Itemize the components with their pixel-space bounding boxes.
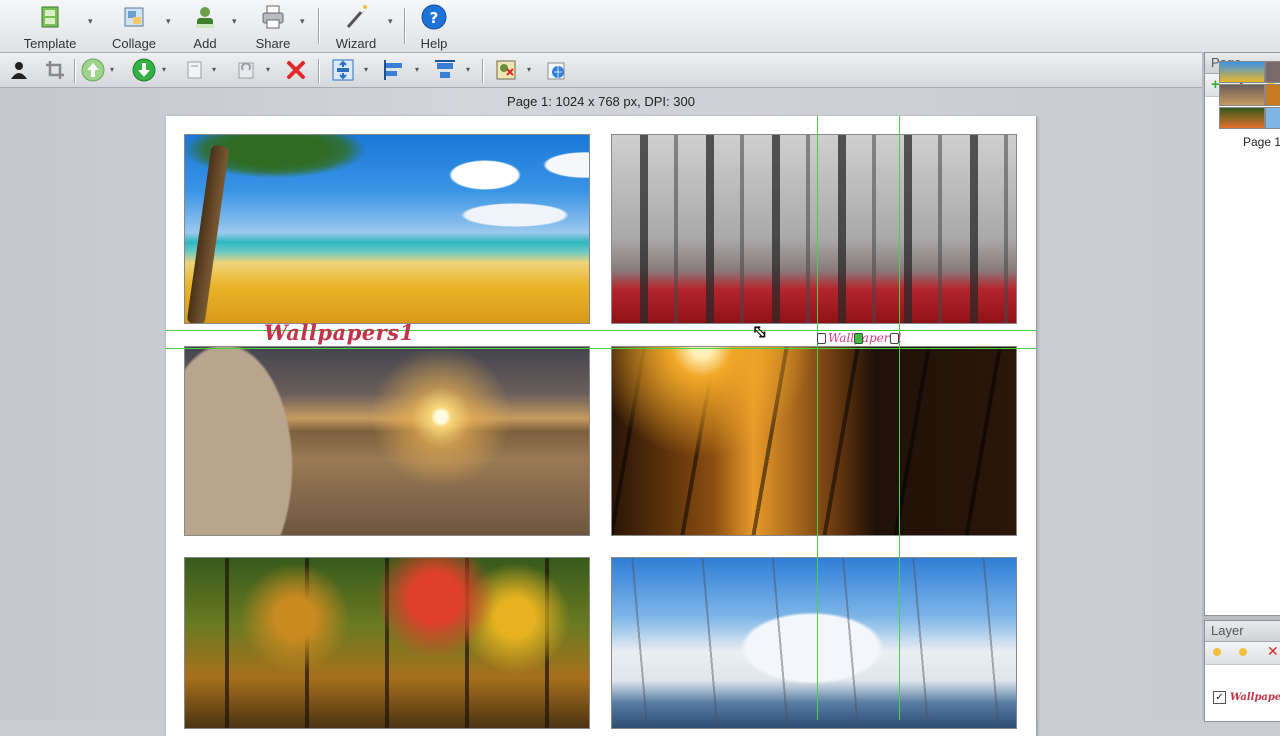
wizard-label: Wizard	[335, 36, 377, 51]
align-top-icon	[435, 60, 455, 78]
toolbar-separator	[318, 59, 319, 83]
delete-icon	[287, 61, 305, 79]
paste-button[interactable]	[233, 57, 259, 83]
photo-winter-river[interactable]	[611, 557, 1017, 729]
wizard-button[interactable]: Wizard	[334, 0, 378, 52]
collage-label: Collage	[111, 36, 157, 51]
move-up-button[interactable]	[80, 57, 106, 83]
layer-panel-toolbar: ✕	[1205, 642, 1280, 665]
caption-text[interactable]: Wallpapers1	[264, 320, 415, 345]
thumb-cell	[1219, 61, 1265, 83]
wizard-dropdown-arrow[interactable]: ▾	[388, 16, 393, 27]
person-silhouette-button[interactable]	[6, 57, 32, 83]
align-top-dropdown-arrow[interactable]: ▾	[466, 65, 470, 74]
thumb-cell	[1219, 84, 1265, 106]
page-info-text: Page 1: 1024 x 768 px, DPI: 300	[507, 94, 695, 109]
delete-button[interactable]	[283, 57, 309, 83]
resize-handle[interactable]	[817, 333, 826, 344]
image-properties-dropdown-arrow[interactable]: ▾	[527, 65, 531, 74]
resize-handle[interactable]	[890, 333, 899, 344]
delete-layer-icon[interactable]: ✕	[1267, 643, 1279, 660]
ribbon: Template ▾ Collage ▾ Add ▾ Share ▾ Wizar…	[0, 0, 1280, 53]
layer-visibility-checkbox[interactable]: ✓	[1213, 691, 1226, 704]
crop-button[interactable]	[42, 57, 68, 83]
move-down-icon	[132, 58, 156, 82]
share-label: Share	[255, 36, 291, 51]
collage-icon	[119, 2, 149, 32]
add-button[interactable]: Add	[186, 0, 224, 52]
align-left-dropdown-arrow[interactable]: ▾	[415, 65, 419, 74]
add-dropdown-arrow[interactable]: ▾	[232, 16, 237, 27]
layer-panel: Layer ✕ ✓ Wallpapers1	[1204, 620, 1280, 722]
layer-name: Wallpapers1	[1230, 692, 1280, 703]
guide-line-horizontal[interactable]	[166, 348, 1036, 349]
globe-icon	[547, 62, 565, 80]
thumb-cell	[1265, 61, 1280, 83]
copy-dropdown-arrow[interactable]: ▾	[212, 65, 216, 74]
help-icon: ?	[419, 2, 449, 32]
thumb-cell	[1265, 84, 1280, 106]
page-thumbnail[interactable]	[1219, 61, 1280, 129]
magic-wand-icon	[341, 2, 371, 32]
template-label: Template	[23, 36, 77, 51]
edit-toolbar: ▾ ▾ ▾ ▾ ▾ ▾ ▾ ▾	[0, 53, 1202, 88]
center-vertical-dropdown-arrow[interactable]: ▾	[364, 65, 368, 74]
page-thumbnail-label: Page 1	[1243, 135, 1280, 149]
ribbon-separator	[404, 8, 405, 44]
move-up-dropdown-arrow[interactable]: ▾	[110, 65, 114, 74]
svg-text:?: ?	[430, 9, 439, 27]
add-label: Add	[193, 36, 217, 51]
share-button[interactable]: Share	[252, 0, 294, 52]
image-properties-button[interactable]	[493, 57, 519, 83]
printer-icon	[258, 2, 288, 32]
guide-line-vertical[interactable]	[899, 116, 900, 720]
template-icon	[35, 2, 65, 32]
thumb-cell	[1219, 107, 1265, 129]
template-button[interactable]: Template	[22, 0, 78, 52]
move-down-dropdown-arrow[interactable]: ▾	[162, 65, 166, 74]
globe-button[interactable]	[544, 57, 570, 83]
guide-line-vertical[interactable]	[817, 116, 818, 720]
move-up-icon	[81, 58, 105, 82]
center-vertical-icon	[332, 59, 354, 81]
photo-autumn-forest[interactable]	[184, 557, 590, 729]
photo-tree-sunset[interactable]	[611, 346, 1017, 536]
center-vertical-button[interactable]	[330, 57, 356, 83]
add-person-icon	[190, 2, 220, 32]
crop-icon	[46, 61, 64, 79]
move-down-button[interactable]	[131, 57, 157, 83]
copy-icon	[187, 61, 202, 79]
layer-up-icon[interactable]	[1213, 648, 1221, 656]
ribbon-separator	[318, 8, 319, 44]
photo-beach[interactable]	[184, 134, 590, 324]
photo-desert-sunset[interactable]	[184, 346, 590, 536]
person-silhouette-icon	[11, 62, 27, 79]
image-properties-icon	[496, 60, 516, 80]
align-left-icon	[384, 60, 402, 80]
help-label: Help	[420, 36, 448, 51]
resize-handle[interactable]	[854, 333, 863, 344]
share-dropdown-arrow[interactable]: ▾	[300, 16, 305, 27]
collage-button[interactable]: Collage	[108, 0, 160, 52]
layer-row[interactable]: ✓ Wallpapers1	[1213, 691, 1280, 704]
copy-button[interactable]	[182, 57, 208, 83]
help-button[interactable]: ? Help	[416, 0, 452, 52]
paste-icon	[238, 62, 254, 79]
photo-misty-forest[interactable]	[611, 134, 1017, 324]
toolbar-separator	[74, 59, 75, 83]
collage-dropdown-arrow[interactable]: ▾	[166, 16, 171, 27]
align-top-button[interactable]	[432, 57, 458, 83]
thumb-cell	[1265, 107, 1280, 129]
layer-panel-title: Layer	[1205, 621, 1280, 642]
template-dropdown-arrow[interactable]: ▾	[88, 16, 93, 27]
paste-dropdown-arrow[interactable]: ▾	[266, 65, 270, 74]
align-left-button[interactable]	[381, 57, 407, 83]
page-panel: Page + ✕ Page 1	[1204, 52, 1280, 616]
layer-down-icon[interactable]	[1239, 648, 1247, 656]
toolbar-separator	[482, 59, 483, 83]
